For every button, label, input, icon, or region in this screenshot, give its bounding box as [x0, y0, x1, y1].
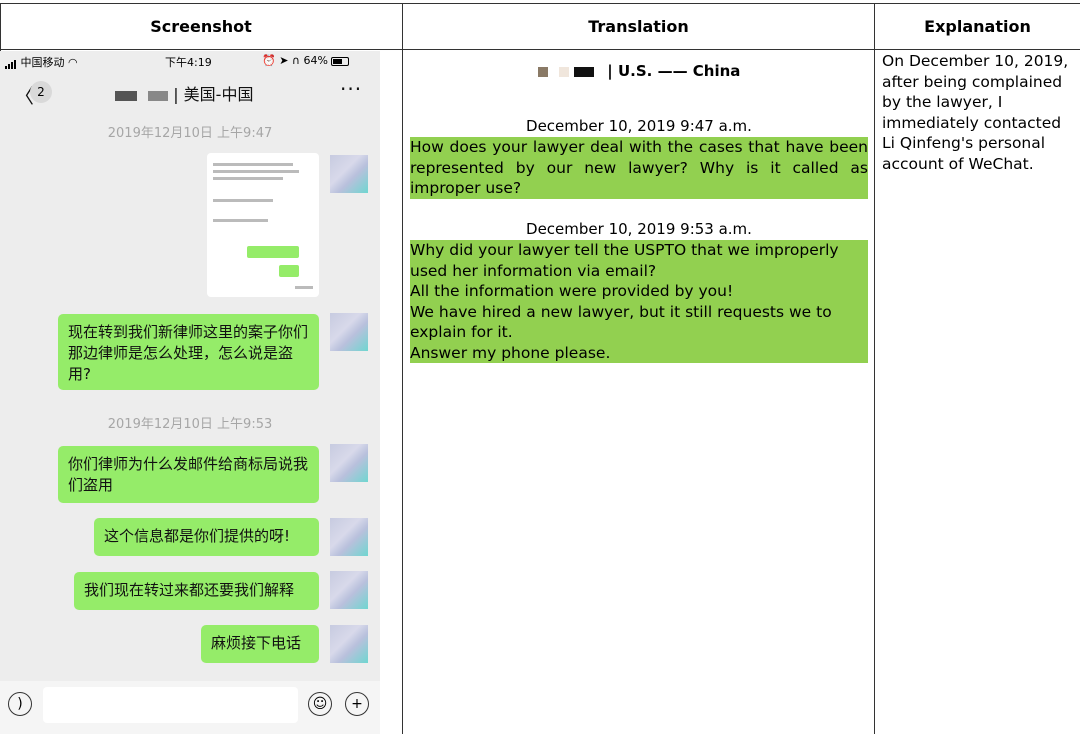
translation-line: Answer my phone please. — [410, 343, 611, 362]
voice-icon[interactable]: ) — [8, 692, 32, 716]
wechat-screenshot: 中国移动 ◠ 下午4:19 ⏰ ➤ ∩ 64% 〈 2 | 美国-中国 ··· … — [0, 51, 380, 734]
unread-count-badge[interactable]: 2 — [30, 81, 52, 103]
message-bubble-1[interactable]: 现在转到我们新律师这里的案子你们那边律师是怎么处理，怎么说是盗用? — [58, 314, 319, 390]
translation-block-2: Why did your lawyer tell the USPTO that … — [410, 240, 868, 363]
redacted-name-icon — [558, 66, 569, 77]
message-input[interactable] — [43, 687, 298, 723]
avatar[interactable] — [330, 571, 368, 609]
column-divider-1 — [402, 3, 403, 734]
header-explanation: Explanation — [924, 17, 1031, 36]
emoji-icon[interactable]: ☺ — [308, 692, 332, 716]
more-options-icon[interactable]: ··· — [340, 77, 362, 101]
translation-title-text: | U.S. —— China — [607, 62, 741, 80]
chat-header: 〈 2 | 美国-中国 ··· — [0, 71, 380, 113]
translation-line: Why did your lawyer tell the USPTO that … — [410, 241, 839, 280]
status-bar: 中国移动 ◠ 下午4:19 ⏰ ➤ ∩ 64% — [0, 51, 380, 71]
plus-icon[interactable]: + — [345, 692, 369, 716]
carrier-label: 中国移动 — [20, 56, 65, 69]
input-bar: ) ☺ + — [0, 681, 380, 734]
header-translation: Translation — [588, 17, 689, 36]
message-bubble-4[interactable]: 我们现在转过来都还要我们解释 — [74, 572, 319, 610]
location-icon: ➤ — [279, 54, 289, 67]
header-screenshot: Screenshot — [150, 17, 252, 36]
column-divider-2 — [874, 3, 875, 734]
image-message[interactable] — [207, 153, 319, 297]
redacted-name-icon — [574, 66, 595, 77]
redacted-name-icon — [537, 66, 548, 77]
avatar[interactable] — [330, 155, 368, 193]
headphones-icon: ∩ — [291, 54, 300, 67]
timestamp-2: 2019年12月10日 上午9:53 — [107, 417, 273, 432]
avatar[interactable] — [330, 625, 368, 663]
message-bubble-3[interactable]: 这个信息都是你们提供的呀! — [94, 518, 319, 556]
battery-percent: 64% — [303, 54, 328, 67]
message-bubble-5[interactable]: 麻烦接下电话 — [201, 625, 319, 663]
battery-icon — [331, 56, 350, 66]
chat-title: | 美国-中国 — [115, 81, 253, 105]
avatar[interactable] — [330, 313, 368, 351]
translation-block-1: How does your lawyer deal with the cases… — [410, 137, 868, 199]
explanation-text: On December 10, 2019, after being compla… — [882, 52, 1069, 173]
avatar[interactable] — [330, 518, 368, 556]
translation-date-1: December 10, 2019 9:47 a.m. — [526, 117, 752, 135]
wifi-icon: ◠ — [68, 56, 78, 69]
alarm-icon: ⏰ — [262, 54, 276, 67]
signal-icon — [5, 56, 17, 69]
status-time: 下午4:19 — [165, 56, 212, 69]
translation-line: All the information were provided by you… — [410, 282, 734, 300]
chat-title-text: | 美国-中国 — [173, 85, 254, 104]
redacted-name-icon — [148, 90, 169, 101]
translation-date-2: December 10, 2019 9:53 a.m. — [526, 220, 752, 238]
header-divider — [0, 49, 1080, 50]
translation-line: We have hired a new lawyer, but it still… — [410, 302, 832, 342]
message-bubble-2[interactable]: 你们律师为什么发邮件给商标局说我们盗用 — [58, 446, 319, 503]
avatar[interactable] — [330, 444, 368, 482]
timestamp-1: 2019年12月10日 上午9:47 — [107, 126, 273, 141]
translation-title: | U.S. —— China — [404, 62, 874, 80]
redacted-name-icon — [115, 90, 137, 101]
